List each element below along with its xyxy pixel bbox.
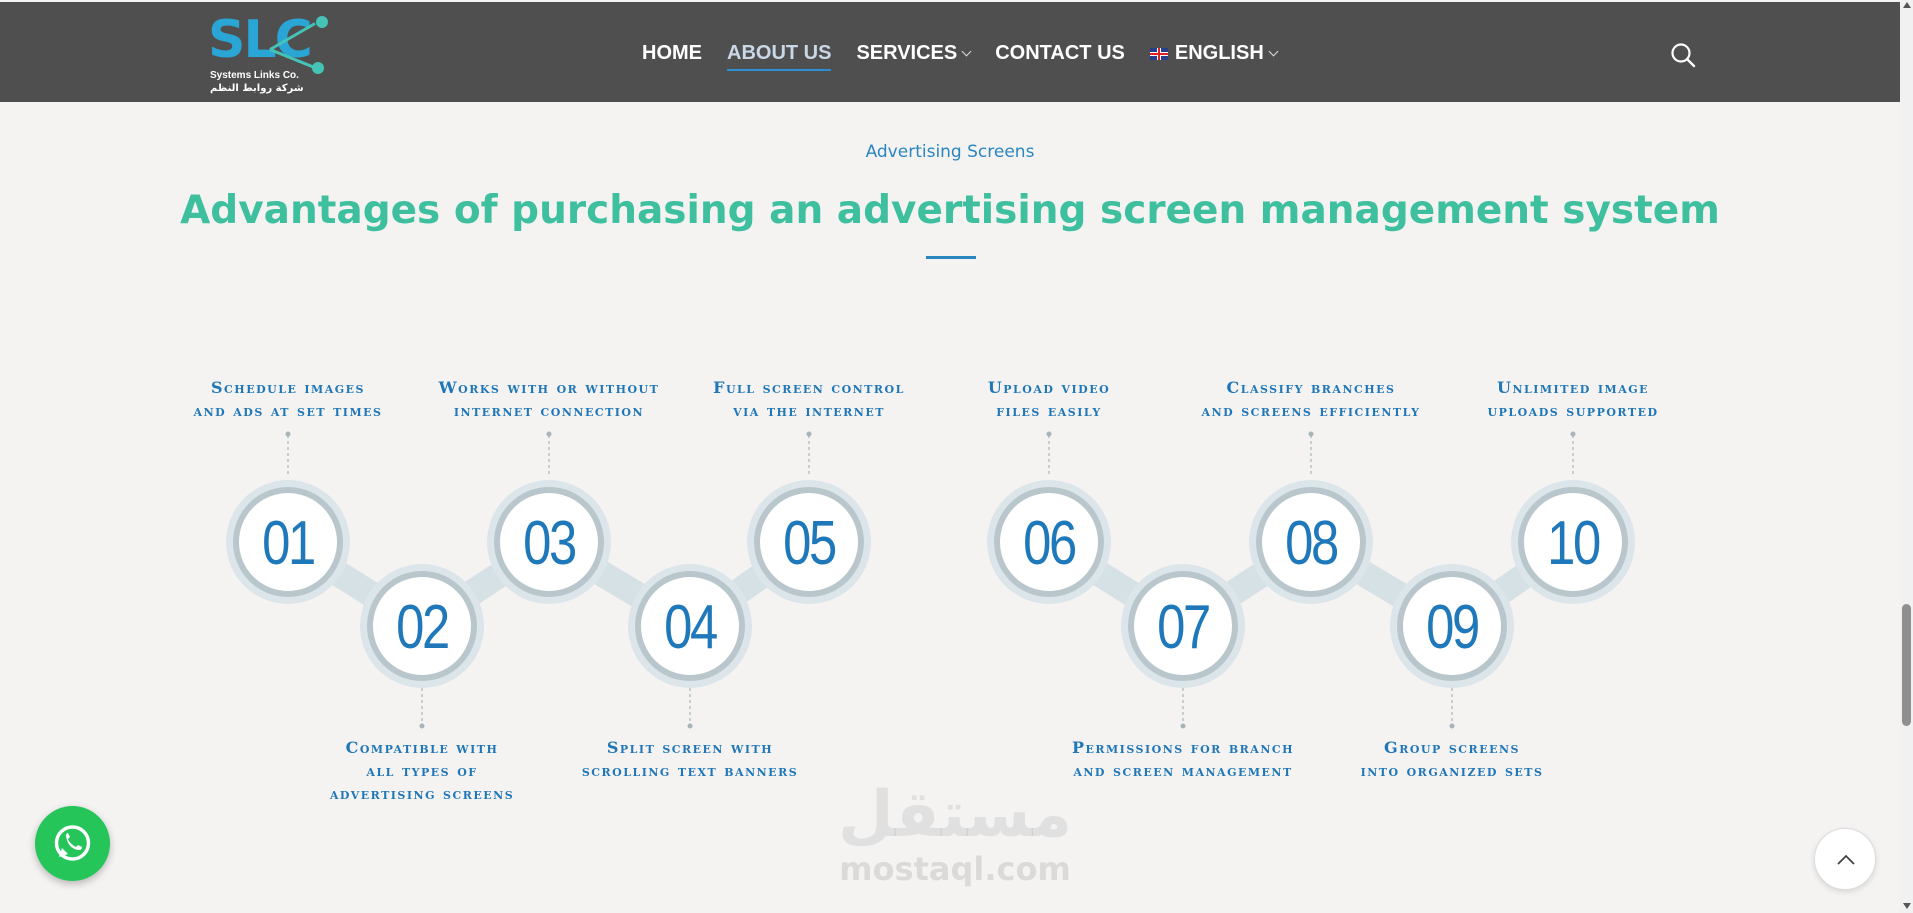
- step-label-line: into organized sets: [1360, 761, 1544, 780]
- step-label: Split screen with scrolling text banners: [560, 736, 820, 782]
- step-number: 07: [1157, 593, 1209, 662]
- step-leader-dot: [1180, 723, 1186, 729]
- step-label: Upload video files easily: [919, 376, 1179, 422]
- step-label-line: Split screen with: [606, 738, 774, 757]
- step-label-line: Upload video: [987, 378, 1111, 397]
- step-label-line: Classify branches: [1226, 378, 1396, 397]
- step-label-line: Full screen control: [713, 378, 905, 397]
- step-label-line: and screens efficiently: [1201, 401, 1421, 420]
- step-leader-dot: [419, 723, 425, 729]
- step-label-line: Works with or without: [438, 378, 660, 397]
- advantages-diagram: 01 02 03 04 05 06 07 08 09 10: [226, 431, 1635, 729]
- step-label: Classify branches and screens efficiently: [1181, 376, 1441, 422]
- step-number: 02: [396, 593, 448, 662]
- whatsapp-button[interactable]: [35, 806, 110, 881]
- step-label-line: Unlimited image: [1496, 378, 1650, 397]
- scroll-up-arrow[interactable]: [1903, 2, 1911, 8]
- step-number: 08: [1285, 509, 1338, 578]
- step-number: 04: [664, 593, 717, 662]
- step-leader-dot: [1570, 431, 1576, 437]
- back-to-top-button[interactable]: [1814, 828, 1876, 890]
- step-number: 09: [1426, 593, 1478, 662]
- step-leader-dot: [1449, 723, 1455, 729]
- step-label-line: Compatible with: [345, 738, 499, 757]
- watermark-latin: mostaql.com: [839, 850, 1071, 888]
- step-leader-dot: [1308, 431, 1314, 437]
- step-number: 01: [262, 509, 314, 578]
- step-label-line: scrolling text banners: [581, 761, 799, 780]
- step-label: Full screen control via the internet: [679, 376, 939, 422]
- step-label-line: and screen management: [1073, 761, 1293, 780]
- step-label-line: files easily: [996, 401, 1102, 420]
- step-leader-dot: [285, 431, 291, 437]
- step-label: Compatible with all types of advertising s…: [292, 736, 552, 805]
- step-label-line: all types of: [366, 761, 478, 780]
- step-label-line: and ads at set times: [193, 401, 383, 420]
- step-label-line: advertising screens: [329, 784, 515, 803]
- step-number: 05: [783, 509, 836, 578]
- step-leader-dot: [687, 723, 693, 729]
- step-number: 03: [523, 509, 576, 578]
- step-label: Schedule images and ads at set times: [158, 376, 418, 422]
- step-label: Works with or without internet connection: [419, 376, 679, 422]
- step-label: Permissions for branch and screen managem…: [1053, 736, 1313, 782]
- scroll-thumb[interactable]: [1902, 604, 1911, 726]
- step-leader-dot: [1046, 431, 1052, 437]
- scroll-down-arrow[interactable]: [1903, 903, 1911, 909]
- step-number: 10: [1547, 509, 1600, 578]
- whatsapp-icon: [54, 825, 91, 861]
- watermark-arabic: مستقل: [837, 778, 1073, 852]
- step-label-line: Group screens: [1384, 738, 1520, 757]
- step-label-line: via the internet: [733, 401, 885, 420]
- step-label-line: internet connection: [453, 401, 645, 420]
- step-leader-dot: [546, 431, 552, 437]
- step-label: Unlimited image uploads supported: [1443, 376, 1703, 422]
- step-label-line: uploads supported: [1487, 401, 1659, 420]
- page-scrollbar[interactable]: [1900, 0, 1913, 913]
- step-label-line: Permissions for branch: [1071, 738, 1295, 757]
- step-leader-dot: [806, 431, 812, 437]
- step-number: 06: [1023, 509, 1076, 578]
- step-label-line: Schedule images: [211, 378, 365, 397]
- step-label: Group screens into organized sets: [1322, 736, 1582, 782]
- chevron-up-icon: [1837, 854, 1855, 865]
